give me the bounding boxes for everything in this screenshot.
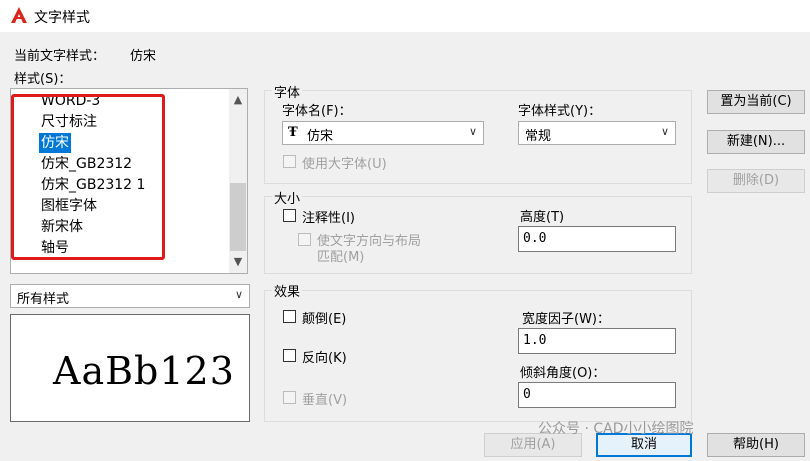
size-group-title: 大小 — [272, 188, 303, 207]
upside-down-label: 颠倒(E) — [302, 312, 347, 327]
new-style-button[interactable]: 新建(N)... — [707, 130, 805, 154]
annotative-label: 注释性(I) — [302, 211, 355, 226]
style-filter-combo[interactable]: 所有样式 ∨ — [10, 284, 250, 308]
font-name-combo[interactable]: Ŧ 仿宋 ∨ — [282, 121, 484, 145]
upside-down-checkbox[interactable] — [283, 310, 296, 323]
height-input[interactable]: 0.0 — [518, 226, 676, 252]
oblique-input[interactable]: 0 — [518, 382, 676, 408]
font-group-title: 字体 — [272, 82, 303, 101]
scroll-down-icon[interactable]: ▼ — [229, 253, 247, 271]
set-current-button[interactable]: 置为当前(C) — [707, 90, 805, 114]
font-style-label: 字体样式(Y)： — [518, 104, 602, 119]
current-style-value: 仿宋 — [130, 49, 157, 64]
preview-text: AaBb123 — [53, 349, 235, 393]
red-highlight-box — [11, 94, 165, 260]
bigfont-label: 使用大字体(U) — [302, 157, 387, 172]
height-value: 0.0 — [523, 231, 547, 246]
backwards-checkbox[interactable] — [283, 349, 296, 362]
backwards-label: 反向(K) — [302, 351, 347, 366]
match-orientation-label-2: 匹配(M) — [317, 250, 365, 265]
font-name-label: 字体名(F)： — [282, 104, 352, 119]
scroll-up-icon[interactable]: ▲ — [229, 91, 247, 109]
title-bar — [0, 0, 810, 32]
preview-box: AaBb123 — [10, 314, 250, 422]
font-style-value: 常规 — [525, 129, 552, 144]
vertical-checkbox[interactable] — [283, 391, 296, 404]
annotative-checkbox[interactable] — [283, 209, 296, 222]
delete-button[interactable]: 删除(D) — [707, 169, 805, 193]
scroll-thumb[interactable] — [230, 183, 246, 251]
chevron-down-icon: ∨ — [468, 125, 477, 138]
watermark: 公众号 · CAD小小绘图院 — [538, 421, 694, 437]
style-filter-value: 所有样式 — [17, 292, 70, 307]
oblique-value: 0 — [523, 387, 531, 402]
styles-label: 样式(S)： — [14, 72, 72, 87]
autocad-logo-icon — [10, 6, 28, 24]
chevron-down-icon: ∨ — [234, 288, 243, 301]
width-factor-label: 宽度因子(W)： — [522, 312, 610, 327]
width-factor-input[interactable]: 1.0 — [518, 328, 676, 354]
match-orientation-checkbox[interactable] — [298, 233, 311, 246]
vertical-label: 垂直(V) — [302, 393, 348, 408]
window-title: 文字样式 — [34, 10, 90, 26]
truetype-font-icon: Ŧ — [288, 125, 298, 140]
width-factor-value: 1.0 — [523, 333, 547, 348]
chevron-down-icon: ∨ — [660, 125, 669, 138]
height-label: 高度(T) — [520, 210, 565, 225]
help-button[interactable]: 帮助(H) — [707, 433, 805, 457]
effects-group-title: 效果 — [272, 281, 303, 300]
font-name-value: 仿宋 — [307, 129, 334, 144]
current-style-label: 当前文字样式： — [14, 49, 106, 64]
bigfont-checkbox[interactable] — [283, 155, 296, 168]
oblique-label: 倾斜角度(O)： — [520, 366, 606, 381]
font-style-combo[interactable]: 常规 ∨ — [518, 121, 676, 145]
